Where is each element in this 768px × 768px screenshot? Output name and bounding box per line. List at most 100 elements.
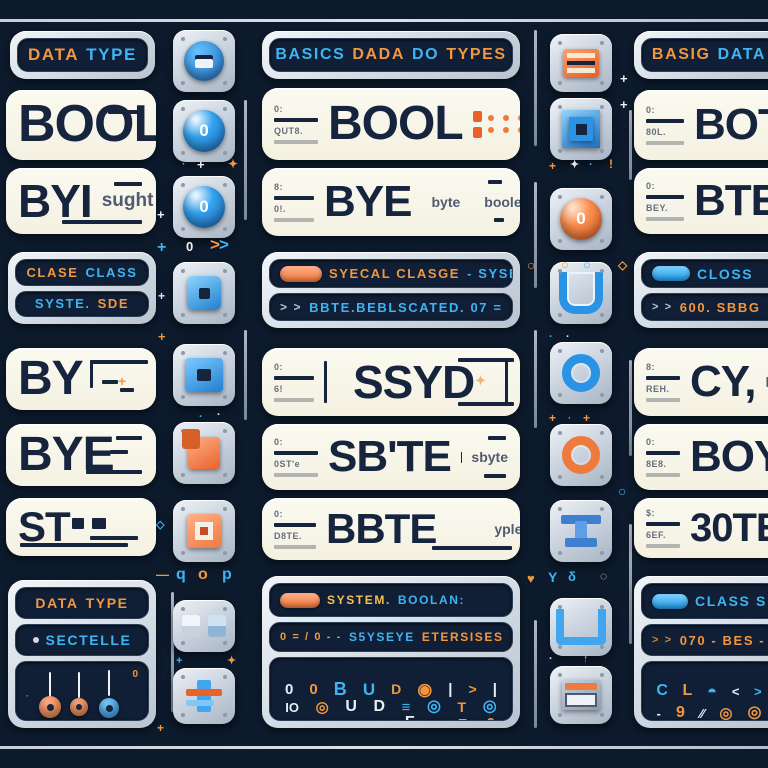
bot-plate[interactable]: 0: 80L. BOT,: [634, 90, 768, 160]
orange-bars-icon[interactable]: [550, 34, 612, 92]
bool-plate[interactable]: BOOL: [6, 90, 156, 160]
special-class-panel[interactable]: SYECAL CLASGE - SYSE > > BBTE.BEBLSCATED…: [262, 252, 520, 328]
blue-pill-toggle[interactable]: [652, 593, 688, 609]
nested-core: [575, 123, 587, 135]
plate-top-line: [90, 360, 148, 364]
row-sub: 6EF.: [646, 530, 667, 540]
toggle-pair-inner: [182, 615, 226, 637]
knob-zero-icon[interactable]: 0: [173, 100, 235, 162]
strip-line-right: [534, 30, 537, 146]
plate-underline: [62, 220, 142, 224]
disc-inner: [184, 41, 224, 81]
blue-pill-toggle[interactable]: [652, 266, 690, 281]
orange-square-icon[interactable]: [173, 422, 235, 484]
marker-dot-8: ·: [217, 409, 221, 421]
marker-star-r: ✦: [570, 159, 580, 171]
code-line-faded: [274, 398, 314, 402]
slider-group[interactable]: 0 ·: [15, 661, 149, 721]
basic-data-header[interactable]: BASIG DATA: [634, 31, 768, 79]
row-top-dash: [488, 180, 502, 184]
blue-ring-icon[interactable]: [550, 342, 612, 404]
class-s-panel[interactable]: CLASS S > > 070 - BES - C L ◓ < > - 9 ⁄⁄…: [634, 576, 768, 728]
bote-plate[interactable]: $: 6EF. 30TE: [634, 498, 768, 558]
knob-zero-icon-2[interactable]: 0: [173, 176, 235, 238]
strip-line-right-7: [534, 620, 537, 728]
data-type-header[interactable]: DATA TYPE: [10, 31, 155, 79]
marker-dot-r6: ·: [568, 413, 572, 424]
sbyte-row[interactable]: 0: 0ST'e SB'TE sbyte: [262, 424, 520, 490]
marker-excl-r: !: [609, 157, 613, 171]
byte-plate[interactable]: BYI sught: [6, 168, 156, 234]
header-word-basig: BASIG: [651, 46, 711, 63]
system-boolean-panel[interactable]: SYSTEM. BOOLAN: 0 = / 0 - - S5YSEYE ETER…: [262, 576, 520, 728]
matrix-left: [472, 110, 482, 138]
slider-knob-2[interactable]: [70, 698, 88, 716]
blue-frame-icon[interactable]: [173, 344, 235, 406]
toggle-pair-icon[interactable]: [173, 600, 235, 652]
u-magnet-icon[interactable]: [550, 262, 612, 324]
strip-line-left: [244, 100, 247, 220]
code-line: [274, 118, 318, 122]
bye-row-ghost: byte: [431, 194, 461, 210]
blue-square-icon[interactable]: [173, 262, 235, 324]
disc-stack-icon[interactable]: [173, 30, 235, 92]
ibeam-bottom: [565, 538, 597, 547]
plus-blocks-icon[interactable]: [173, 668, 235, 724]
code-line-faded: [274, 545, 316, 549]
bye-plate[interactable]: BYE: [6, 424, 156, 486]
bte-plate[interactable]: 0: BEY. BTE,: [634, 168, 768, 234]
i-beam-icon[interactable]: [550, 500, 612, 562]
drawer-icon[interactable]: [550, 666, 612, 724]
bool-row[interactable]: 0: QUT8. BOOL: [262, 88, 520, 160]
closs-panel[interactable]: CLOSS > > 600. SBBG: [634, 252, 768, 328]
orange-knob-icon[interactable]: 0: [550, 188, 612, 250]
slider-knob-1[interactable]: [39, 696, 61, 718]
special-row-2-text: BBTE.BEBLSCATED. 07 =: [309, 299, 503, 315]
row-sub: REH.: [646, 384, 670, 394]
code-line-faded: [646, 544, 680, 548]
toggle-a[interactable]: [182, 615, 200, 637]
u-bracket-icon[interactable]: [550, 598, 612, 656]
slider-track-2: [78, 672, 80, 698]
row-code: 0:: [274, 509, 284, 519]
marker-cross: +: [176, 655, 183, 667]
orange-ring-icon[interactable]: [550, 424, 612, 486]
bye-row-label: BYE: [324, 176, 412, 226]
code-line: [274, 376, 314, 380]
class-panel-row-1: CLASE CLASS: [15, 259, 149, 286]
data-type-panel[interactable]: DATA TYPE SECTELLE 0 ·: [8, 580, 156, 728]
blue-nested-square-icon[interactable]: [550, 98, 612, 160]
marker-diamond-r: ◇: [618, 258, 628, 272]
orange-pill-toggle[interactable]: [280, 592, 320, 608]
panel-word-type: TYPE: [85, 595, 129, 611]
bye-row[interactable]: 8: 0!. BYE byte boolean: [262, 168, 520, 236]
class-word-syste: SYSTE.: [34, 296, 91, 312]
toggle-b[interactable]: [208, 615, 226, 637]
basics-header[interactable]: BASICS DADA DO TYPES: [262, 31, 520, 79]
glyph-plus: +: [287, 717, 295, 721]
header-word-type: TYPE: [86, 45, 137, 64]
orange-pill-toggle[interactable]: [280, 265, 322, 282]
special-word-a: SYECAL CLASGE: [329, 266, 461, 281]
slider-knob-3[interactable]: [99, 698, 119, 718]
nested-mid: [569, 117, 593, 141]
orange-target-icon[interactable]: [173, 500, 235, 562]
orange-sq-tab: [182, 429, 200, 449]
row-code: 0:: [646, 437, 656, 447]
system-word: SYSTEM.: [327, 593, 391, 607]
by-plate[interactable]: BY +: [6, 348, 156, 410]
marker-plus-2: +: [197, 157, 205, 172]
bbte-row[interactable]: 0: D8TE. BBTE yples: [262, 498, 520, 560]
marker-diamond: ◇: [156, 519, 165, 531]
boy-plate[interactable]: 0: 8E8. BOY: [634, 424, 768, 490]
class-panel[interactable]: CLASE CLASS SYSTE. SDE: [8, 252, 156, 324]
row-sub: 0ST'e: [274, 459, 301, 469]
cy-plate[interactable]: 8: REH. CY, D -: [634, 348, 768, 416]
st-plate[interactable]: ST: [6, 498, 156, 556]
system-row2-prefix: 0 = / 0 - -: [280, 631, 342, 643]
marker-dot-r: ·: [589, 159, 593, 171]
bullet-dot: [32, 637, 39, 643]
ssyd-row[interactable]: 0: 6! SSYD ✦: [262, 348, 520, 416]
sbyte-row-label: SB'TE: [328, 431, 452, 481]
plate-mid-line: [102, 380, 118, 384]
